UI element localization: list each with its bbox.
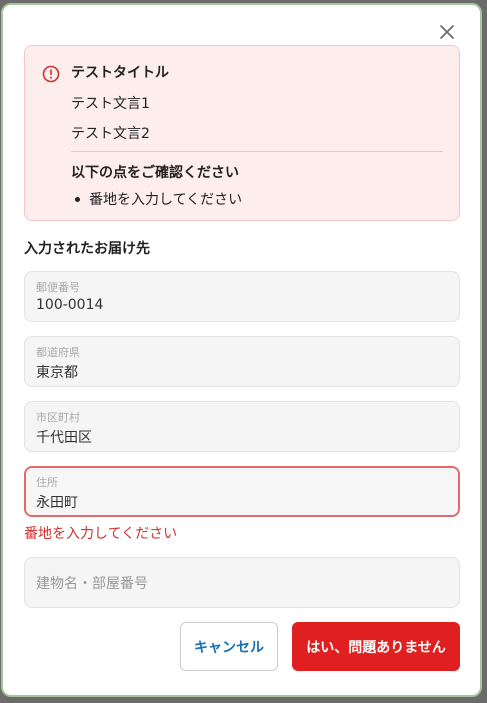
prefecture-field[interactable]: 都道府県 東京都 <box>24 336 460 387</box>
address-value: 永田町 <box>36 495 78 511</box>
postal-code-field[interactable]: 郵便番号 100-0014 <box>24 271 460 322</box>
alert-message-2: テスト文言2 <box>71 126 150 142</box>
building-placeholder: 建物名・部屋番号 <box>36 576 148 592</box>
alert-message-1: テスト文言1 <box>71 96 150 112</box>
postal-code-label: 郵便番号 <box>36 281 80 294</box>
alert-divider <box>71 151 443 152</box>
prefecture-label: 都道府県 <box>36 346 80 359</box>
prefecture-value: 東京都 <box>36 365 78 381</box>
error-alert: テストタイトル テスト文言1 テスト文言2 以下の点をご確認ください 番地を入力… <box>24 45 460 221</box>
city-field[interactable]: 市区町村 千代田区 <box>24 401 460 452</box>
alert-list-item-text: 番地を入力してください <box>89 192 243 208</box>
city-label: 市区町村 <box>36 411 80 424</box>
close-icon <box>440 25 454 39</box>
address-label: 住所 <box>36 476 58 489</box>
section-heading: 入力されたお届け先 <box>24 241 150 257</box>
building-field[interactable]: 建物名・部屋番号 <box>24 557 460 608</box>
postal-code-value: 100-0014 <box>36 297 104 313</box>
cancel-button[interactable]: キャンセル <box>180 622 278 671</box>
alert-title: テストタイトル <box>71 65 169 81</box>
confirm-button[interactable]: はい、問題ありません <box>292 622 460 671</box>
dialog: テストタイトル テスト文言1 テスト文言2 以下の点をご確認ください 番地を入力… <box>1 3 482 697</box>
alert-subheading: 以下の点をご確認ください <box>71 165 239 181</box>
close-button[interactable] <box>436 21 458 43</box>
city-value: 千代田区 <box>36 430 92 446</box>
alert-circle-icon <box>42 65 60 83</box>
address-field[interactable]: 住所 永田町 <box>24 466 460 517</box>
bullet <box>75 196 80 202</box>
address-error-message: 番地を入力してください <box>24 526 178 542</box>
alert-list-item: 番地を入力してください <box>75 189 242 209</box>
